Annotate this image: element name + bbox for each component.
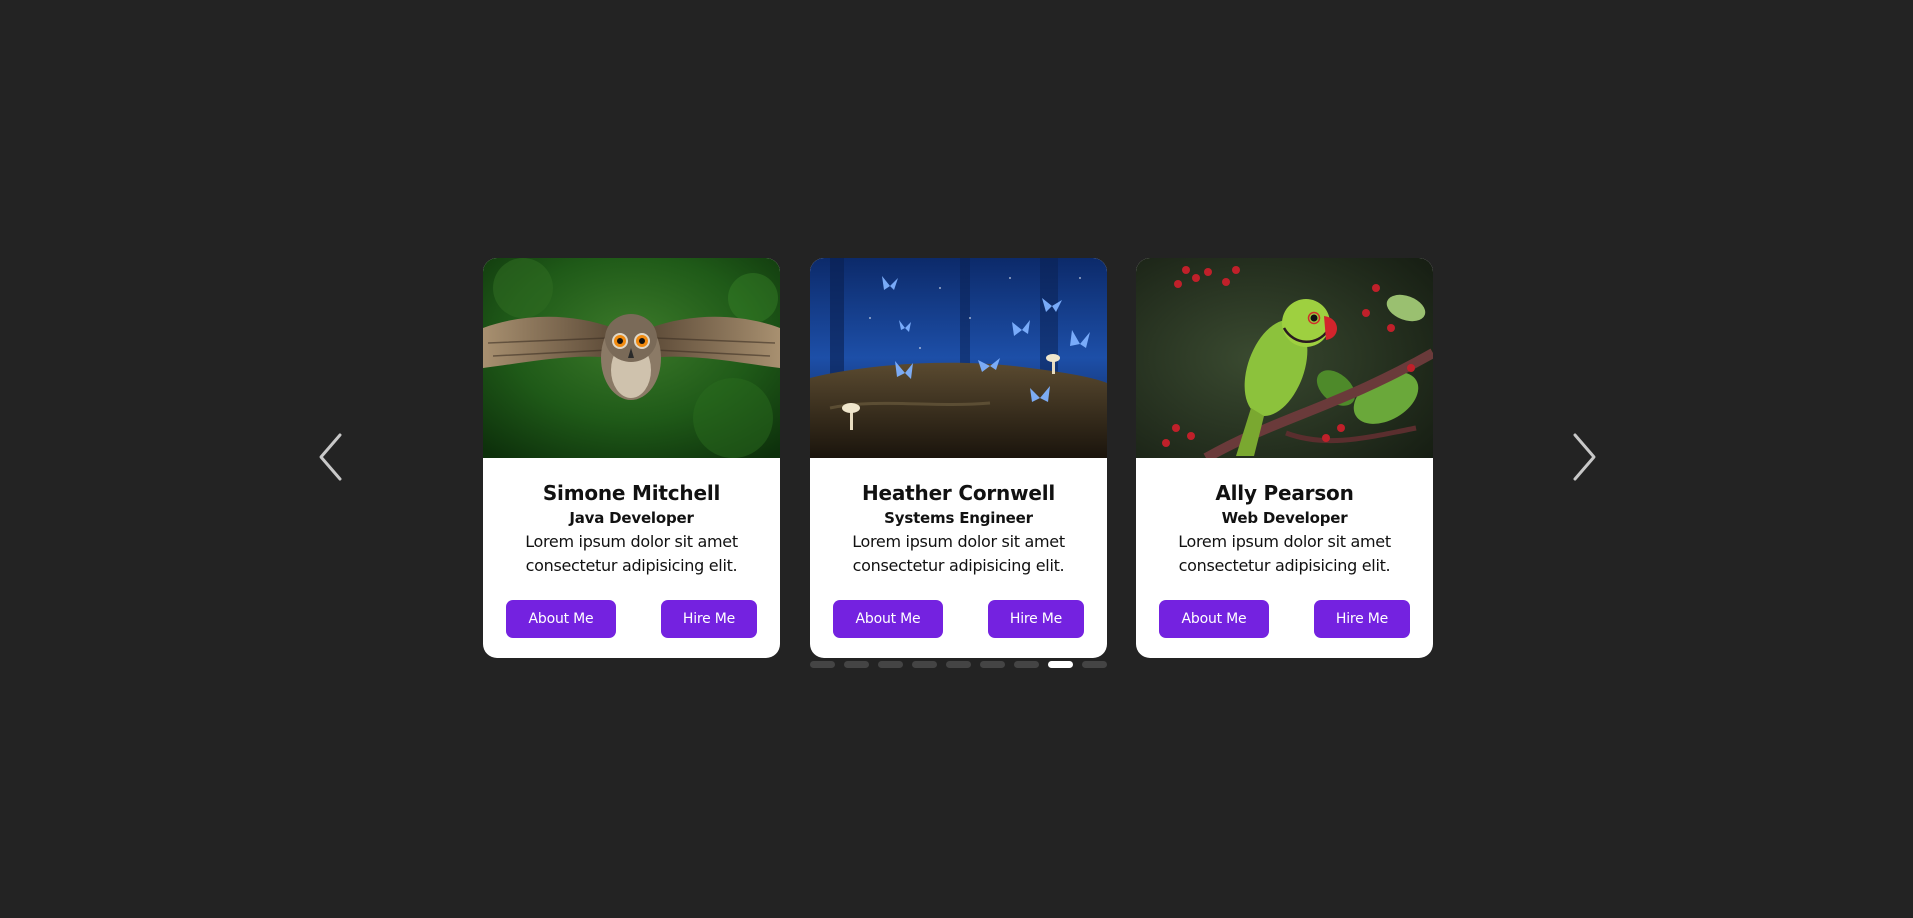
carousel-stage: Simone Mitchell Java Developer Lorem ips… <box>0 0 1913 918</box>
profile-card: Heather Cornwell Systems Engineer Lorem … <box>810 258 1107 658</box>
carousel-prev-button[interactable] <box>317 432 347 482</box>
profile-description-line: Lorem ipsum dolor sit amet <box>525 532 738 551</box>
profile-card: Ally Pearson Web Developer Lorem ipsum d… <box>1136 258 1433 658</box>
about-me-button[interactable]: About Me <box>833 600 943 638</box>
about-me-button[interactable]: About Me <box>1159 600 1269 638</box>
chevron-right-icon <box>1573 433 1596 481</box>
hire-me-button[interactable]: Hire Me <box>661 600 757 638</box>
carousel-next-button[interactable] <box>1568 432 1598 482</box>
owl-photo <box>483 258 780 458</box>
profile-name: Heather Cornwell <box>861 481 1056 505</box>
parrot-photo <box>1136 258 1433 458</box>
pagination-dot[interactable] <box>810 661 835 668</box>
profile-description-line: Lorem ipsum dolor sit amet <box>852 532 1065 551</box>
profile-name: Simone Mitchell <box>542 481 721 505</box>
profile-role: Systems Engineer <box>884 509 1033 527</box>
pagination-dot[interactable] <box>912 661 937 668</box>
hire-me-button[interactable]: Hire Me <box>1314 600 1410 638</box>
profile-description-line: Lorem ipsum dolor sit amet <box>1178 532 1391 551</box>
pagination-dot[interactable] <box>980 661 1005 668</box>
profile-role: Java Developer <box>569 509 694 527</box>
profile-description-line: consectetur adipisicing elit. <box>852 556 1065 575</box>
profile-description: Lorem ipsum dolor sit amet consectetur a… <box>839 530 1079 578</box>
profile-role: Web Developer <box>1221 509 1348 527</box>
carousel-pagination <box>810 661 1107 668</box>
pagination-dot[interactable] <box>1048 661 1073 668</box>
pagination-dot[interactable] <box>1014 661 1039 668</box>
profile-description-line: consectetur adipisicing elit. <box>1178 556 1391 575</box>
pagination-dot[interactable] <box>878 661 903 668</box>
hire-me-button[interactable]: Hire Me <box>988 600 1084 638</box>
pagination-dot[interactable] <box>844 661 869 668</box>
profile-name: Ally Pearson <box>1215 481 1354 505</box>
profile-description: Lorem ipsum dolor sit amet consectetur a… <box>512 530 752 578</box>
profile-description: Lorem ipsum dolor sit amet consectetur a… <box>1165 530 1405 578</box>
chevron-left-icon <box>319 433 342 481</box>
pagination-dot[interactable] <box>1082 661 1107 668</box>
pagination-dot[interactable] <box>946 661 971 668</box>
butterflies-photo <box>810 258 1107 458</box>
profile-card: Simone Mitchell Java Developer Lorem ips… <box>483 258 780 658</box>
profile-description-line: consectetur adipisicing elit. <box>525 556 738 575</box>
about-me-button[interactable]: About Me <box>506 600 616 638</box>
